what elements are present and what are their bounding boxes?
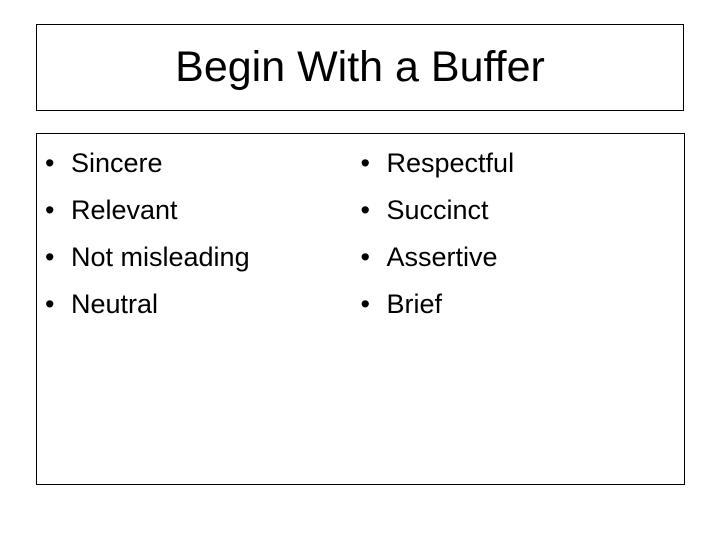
bullet-icon: •: [360, 195, 370, 225]
list-item[interactable]: • Sincere: [45, 140, 361, 187]
bullet-icon: •: [360, 242, 370, 272]
list-item[interactable]: • Neutral: [45, 281, 361, 328]
bullet-icon: •: [45, 242, 55, 272]
list-item[interactable]: • Not misleading: [45, 234, 361, 281]
list-item-label: Assertive: [386, 242, 498, 272]
list-item-label: Respectful: [386, 148, 515, 178]
list-item[interactable]: • Respectful: [361, 140, 685, 187]
list-item-label: Sincere: [71, 148, 163, 178]
bullet-icon: •: [360, 148, 370, 178]
bullet-icon: •: [45, 148, 55, 178]
right-bullet-list: • Respectful • Succinct • Assertive • Br…: [361, 140, 685, 328]
list-item-label: Relevant: [71, 195, 178, 225]
list-item-label: Brief: [386, 289, 443, 319]
bullet-icon: •: [45, 195, 55, 225]
list-item[interactable]: • Brief: [361, 281, 685, 328]
list-item[interactable]: • Succinct: [361, 187, 685, 234]
list-item-label: Neutral: [71, 289, 159, 319]
bullet-icon: •: [360, 289, 370, 319]
left-column: • Sincere • Relevant • Not misleading • …: [37, 134, 361, 328]
list-item-label: Not misleading: [71, 242, 250, 272]
list-item[interactable]: • Relevant: [45, 187, 361, 234]
right-column: • Respectful • Succinct • Assertive • Br…: [361, 134, 685, 328]
list-item[interactable]: • Assertive: [361, 234, 685, 281]
content-placeholder[interactable]: • Sincere • Relevant • Not misleading • …: [36, 133, 685, 485]
page-title: Begin With a Buffer: [175, 42, 545, 91]
left-bullet-list: • Sincere • Relevant • Not misleading • …: [45, 140, 361, 328]
bullet-columns: • Sincere • Relevant • Not misleading • …: [37, 134, 684, 328]
bullet-icon: •: [45, 289, 55, 319]
title-placeholder[interactable]: Begin With a Buffer: [36, 24, 684, 111]
slide-canvas: Begin With a Buffer • Sincere • Relevant…: [0, 0, 720, 540]
list-item-label: Succinct: [386, 195, 489, 225]
